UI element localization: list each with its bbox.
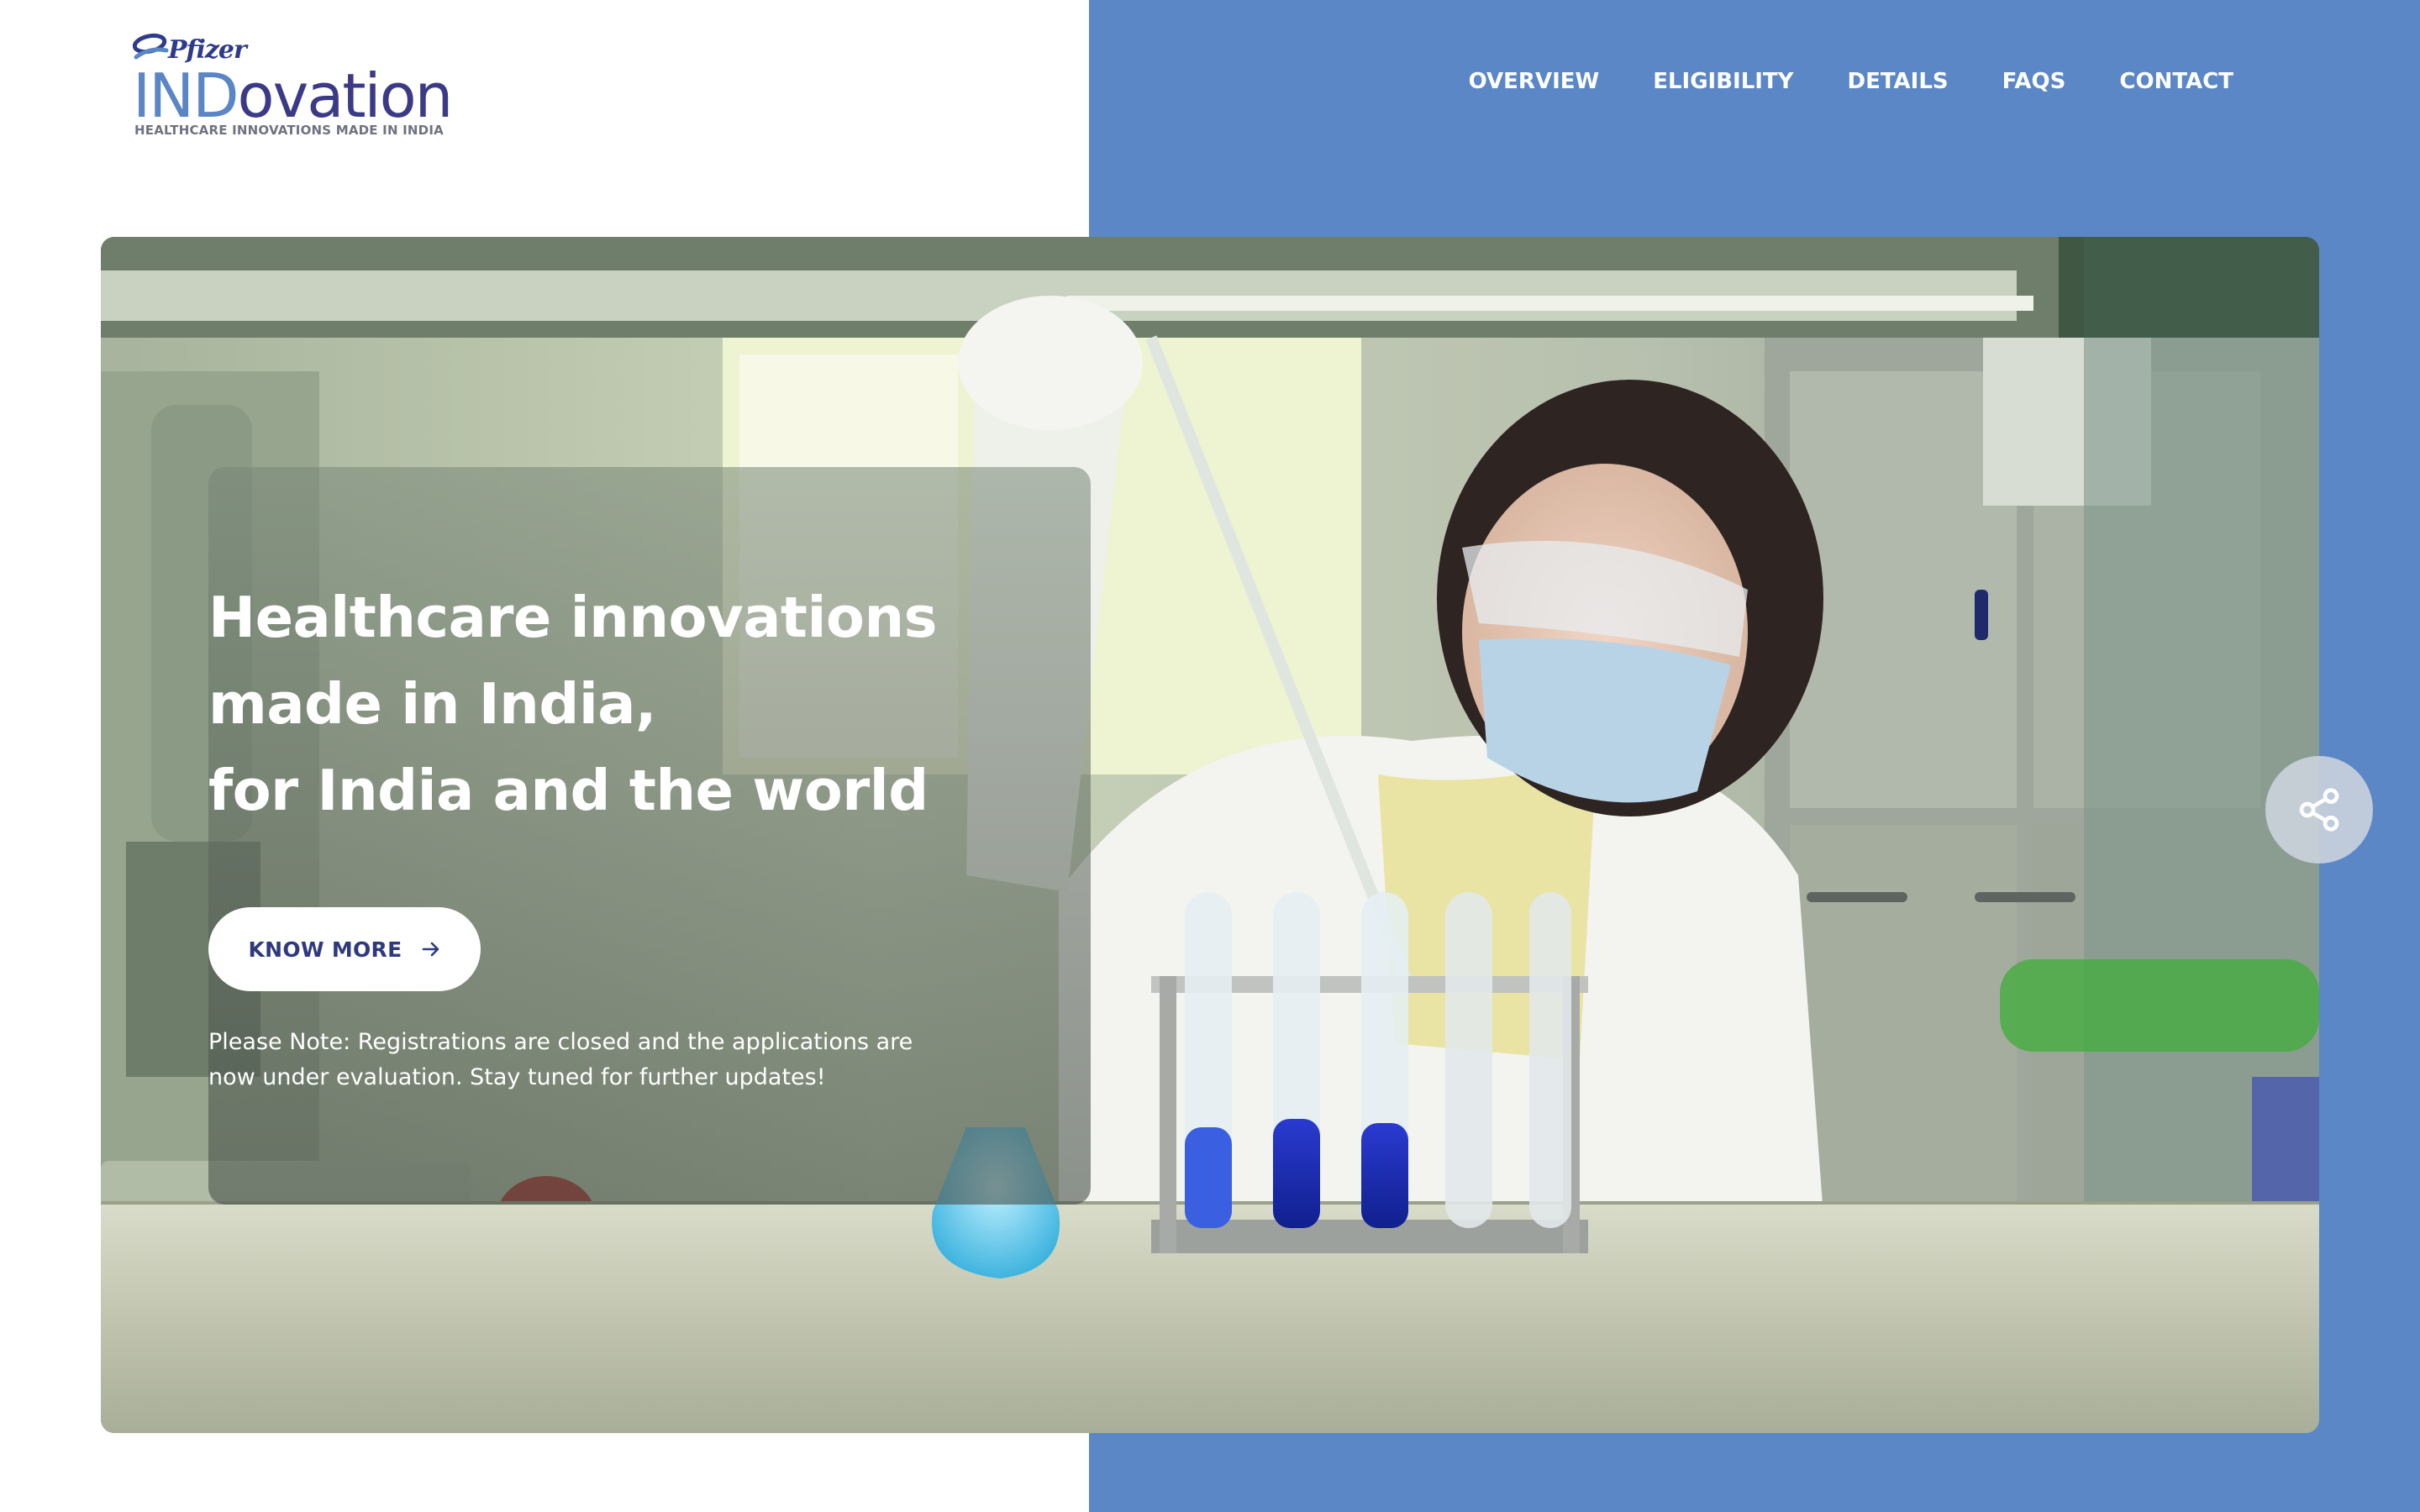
share-icon: [2299, 788, 2339, 832]
nav-item-overview[interactable]: OVERVIEW: [1469, 69, 1600, 94]
nav-item-eligibility[interactable]: ELIGIBILITY: [1653, 69, 1793, 94]
main-nav: OVERVIEW ELIGIBILITY DETAILS FAQS CONTAC…: [1469, 69, 2233, 94]
brand-logo[interactable]: Pfizer INDovation HEALTHCARE INNOVATIONS…: [133, 32, 453, 141]
share-button[interactable]: [2265, 756, 2373, 864]
hero-headline-line: made in India,: [208, 671, 656, 737]
brand-name-part1: IND: [133, 60, 239, 131]
brand-name-part2: ovation: [237, 60, 454, 131]
brand-wordmark: INDovation: [133, 60, 454, 131]
nav-item-details[interactable]: DETAILS: [1848, 69, 1949, 94]
know-more-label: KNOW MORE: [248, 937, 402, 962]
brand-tagline: HEALTHCARE INNOVATIONS MADE IN INDIA: [134, 123, 444, 138]
hero-headline-line: Healthcare innovations: [208, 585, 938, 650]
registration-note: Please Note: Registrations are closed an…: [208, 1029, 913, 1090]
nav-item-faqs[interactable]: FAQS: [2002, 69, 2066, 94]
know-more-button[interactable]: KNOW MORE: [208, 907, 481, 991]
nav-item-contact[interactable]: CONTACT: [2119, 69, 2233, 94]
arrow-right-icon: [422, 942, 439, 957]
hero-banner: Healthcare innovations made in India, fo…: [101, 237, 2319, 1433]
hero-headline: Healthcare innovations made in India, fo…: [208, 575, 965, 834]
hero-headline-line: for India and the world: [208, 758, 929, 823]
